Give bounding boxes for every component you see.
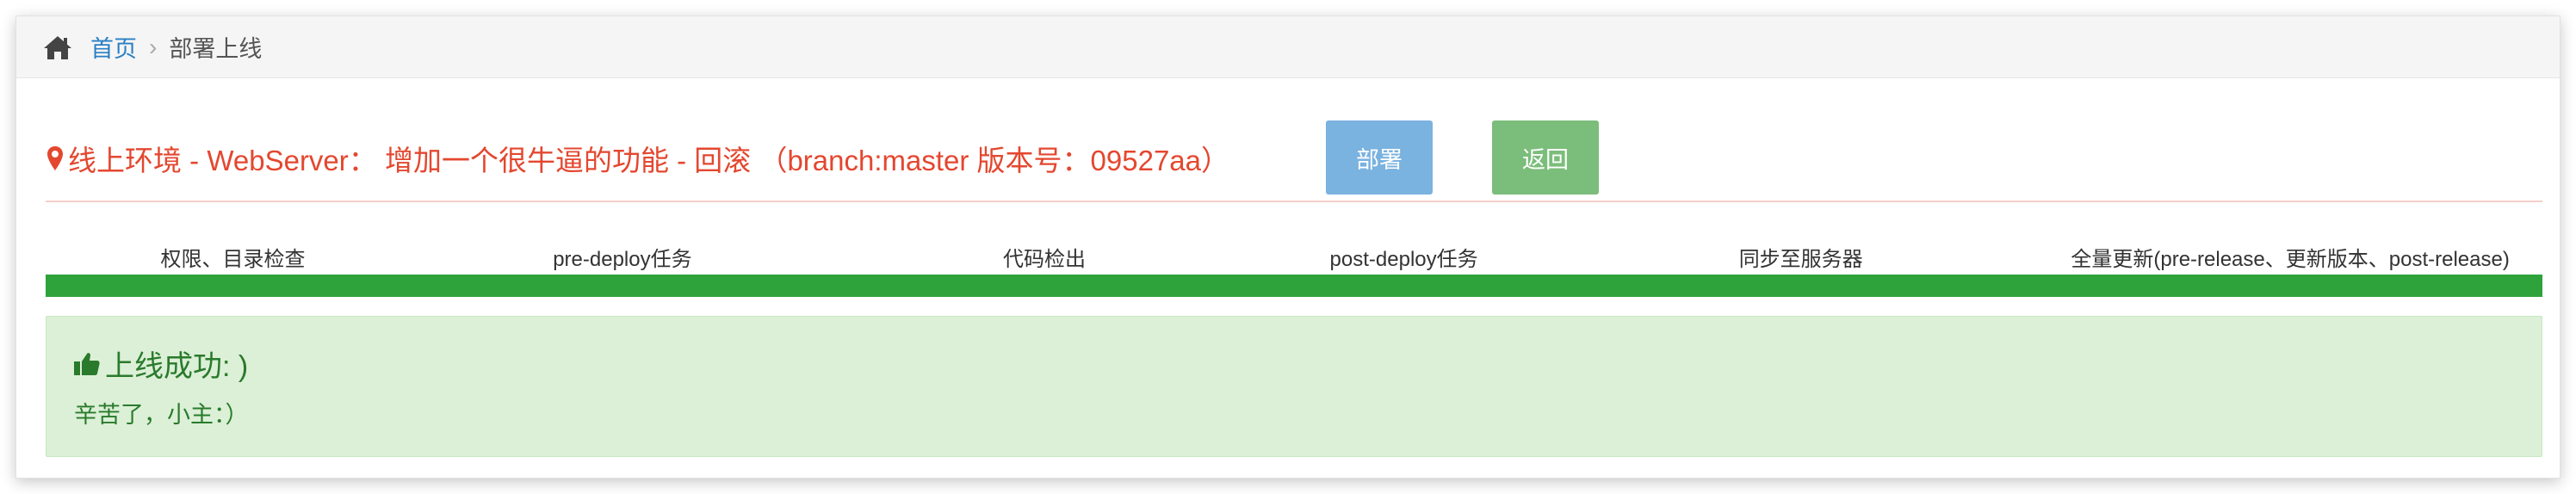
deploy-button[interactable]: 部署: [1326, 120, 1433, 195]
step-pre-deploy: pre-deploy任务: [553, 248, 692, 271]
step-post-deploy: post-deploy任务: [1329, 248, 1478, 271]
title-row: 线上环境 - WebServer： 增加一个很牛逼的功能 - 回滚 （branc…: [46, 120, 1229, 197]
alert-title: 上线成功: ): [72, 343, 248, 385]
step-full-update: 全量更新(pre-release、更新版本、post-release): [2071, 248, 2510, 271]
breadcrumb-current: 部署上线: [169, 36, 263, 62]
alert-message: 辛苦了，小主：）: [74, 402, 249, 428]
step-permission-check: 权限、目录检查: [160, 248, 306, 271]
breadcrumb: 首页 › 部署上线: [16, 16, 2560, 78]
breadcrumb-separator: ›: [149, 33, 158, 60]
success-alert: 上线成功: ) 辛苦了，小主：）: [46, 316, 2542, 457]
step-code-checkout: 代码检出: [1003, 248, 1086, 271]
map-marker-icon: [46, 145, 65, 172]
breadcrumb-home-link[interactable]: 首页: [90, 30, 137, 64]
page-title: 线上环境 - WebServer： 增加一个很牛逼的功能 - 回滚 （branc…: [46, 138, 1229, 179]
home-icon[interactable]: [42, 34, 73, 61]
back-button[interactable]: 返回: [1492, 120, 1599, 195]
alert-title-text: 上线成功: ): [105, 350, 249, 383]
title-divider: [46, 201, 2542, 202]
progress-fill: [46, 275, 2542, 297]
deploy-steps: 权限、目录检查 pre-deploy任务 代码检出 post-deploy任务 …: [46, 242, 2542, 273]
deploy-panel: 首页 › 部署上线 线上环境 - WebServer： 增加一个很牛逼的功能 -…: [15, 15, 2561, 479]
thumbs-up-icon: [72, 350, 102, 378]
page-title-text: 线上环境 - WebServer： 增加一个很牛逼的功能 - 回滚 （branc…: [68, 145, 1230, 176]
progress-bar: [46, 275, 2542, 297]
step-sync-servers: 同步至服务器: [1738, 248, 1863, 271]
